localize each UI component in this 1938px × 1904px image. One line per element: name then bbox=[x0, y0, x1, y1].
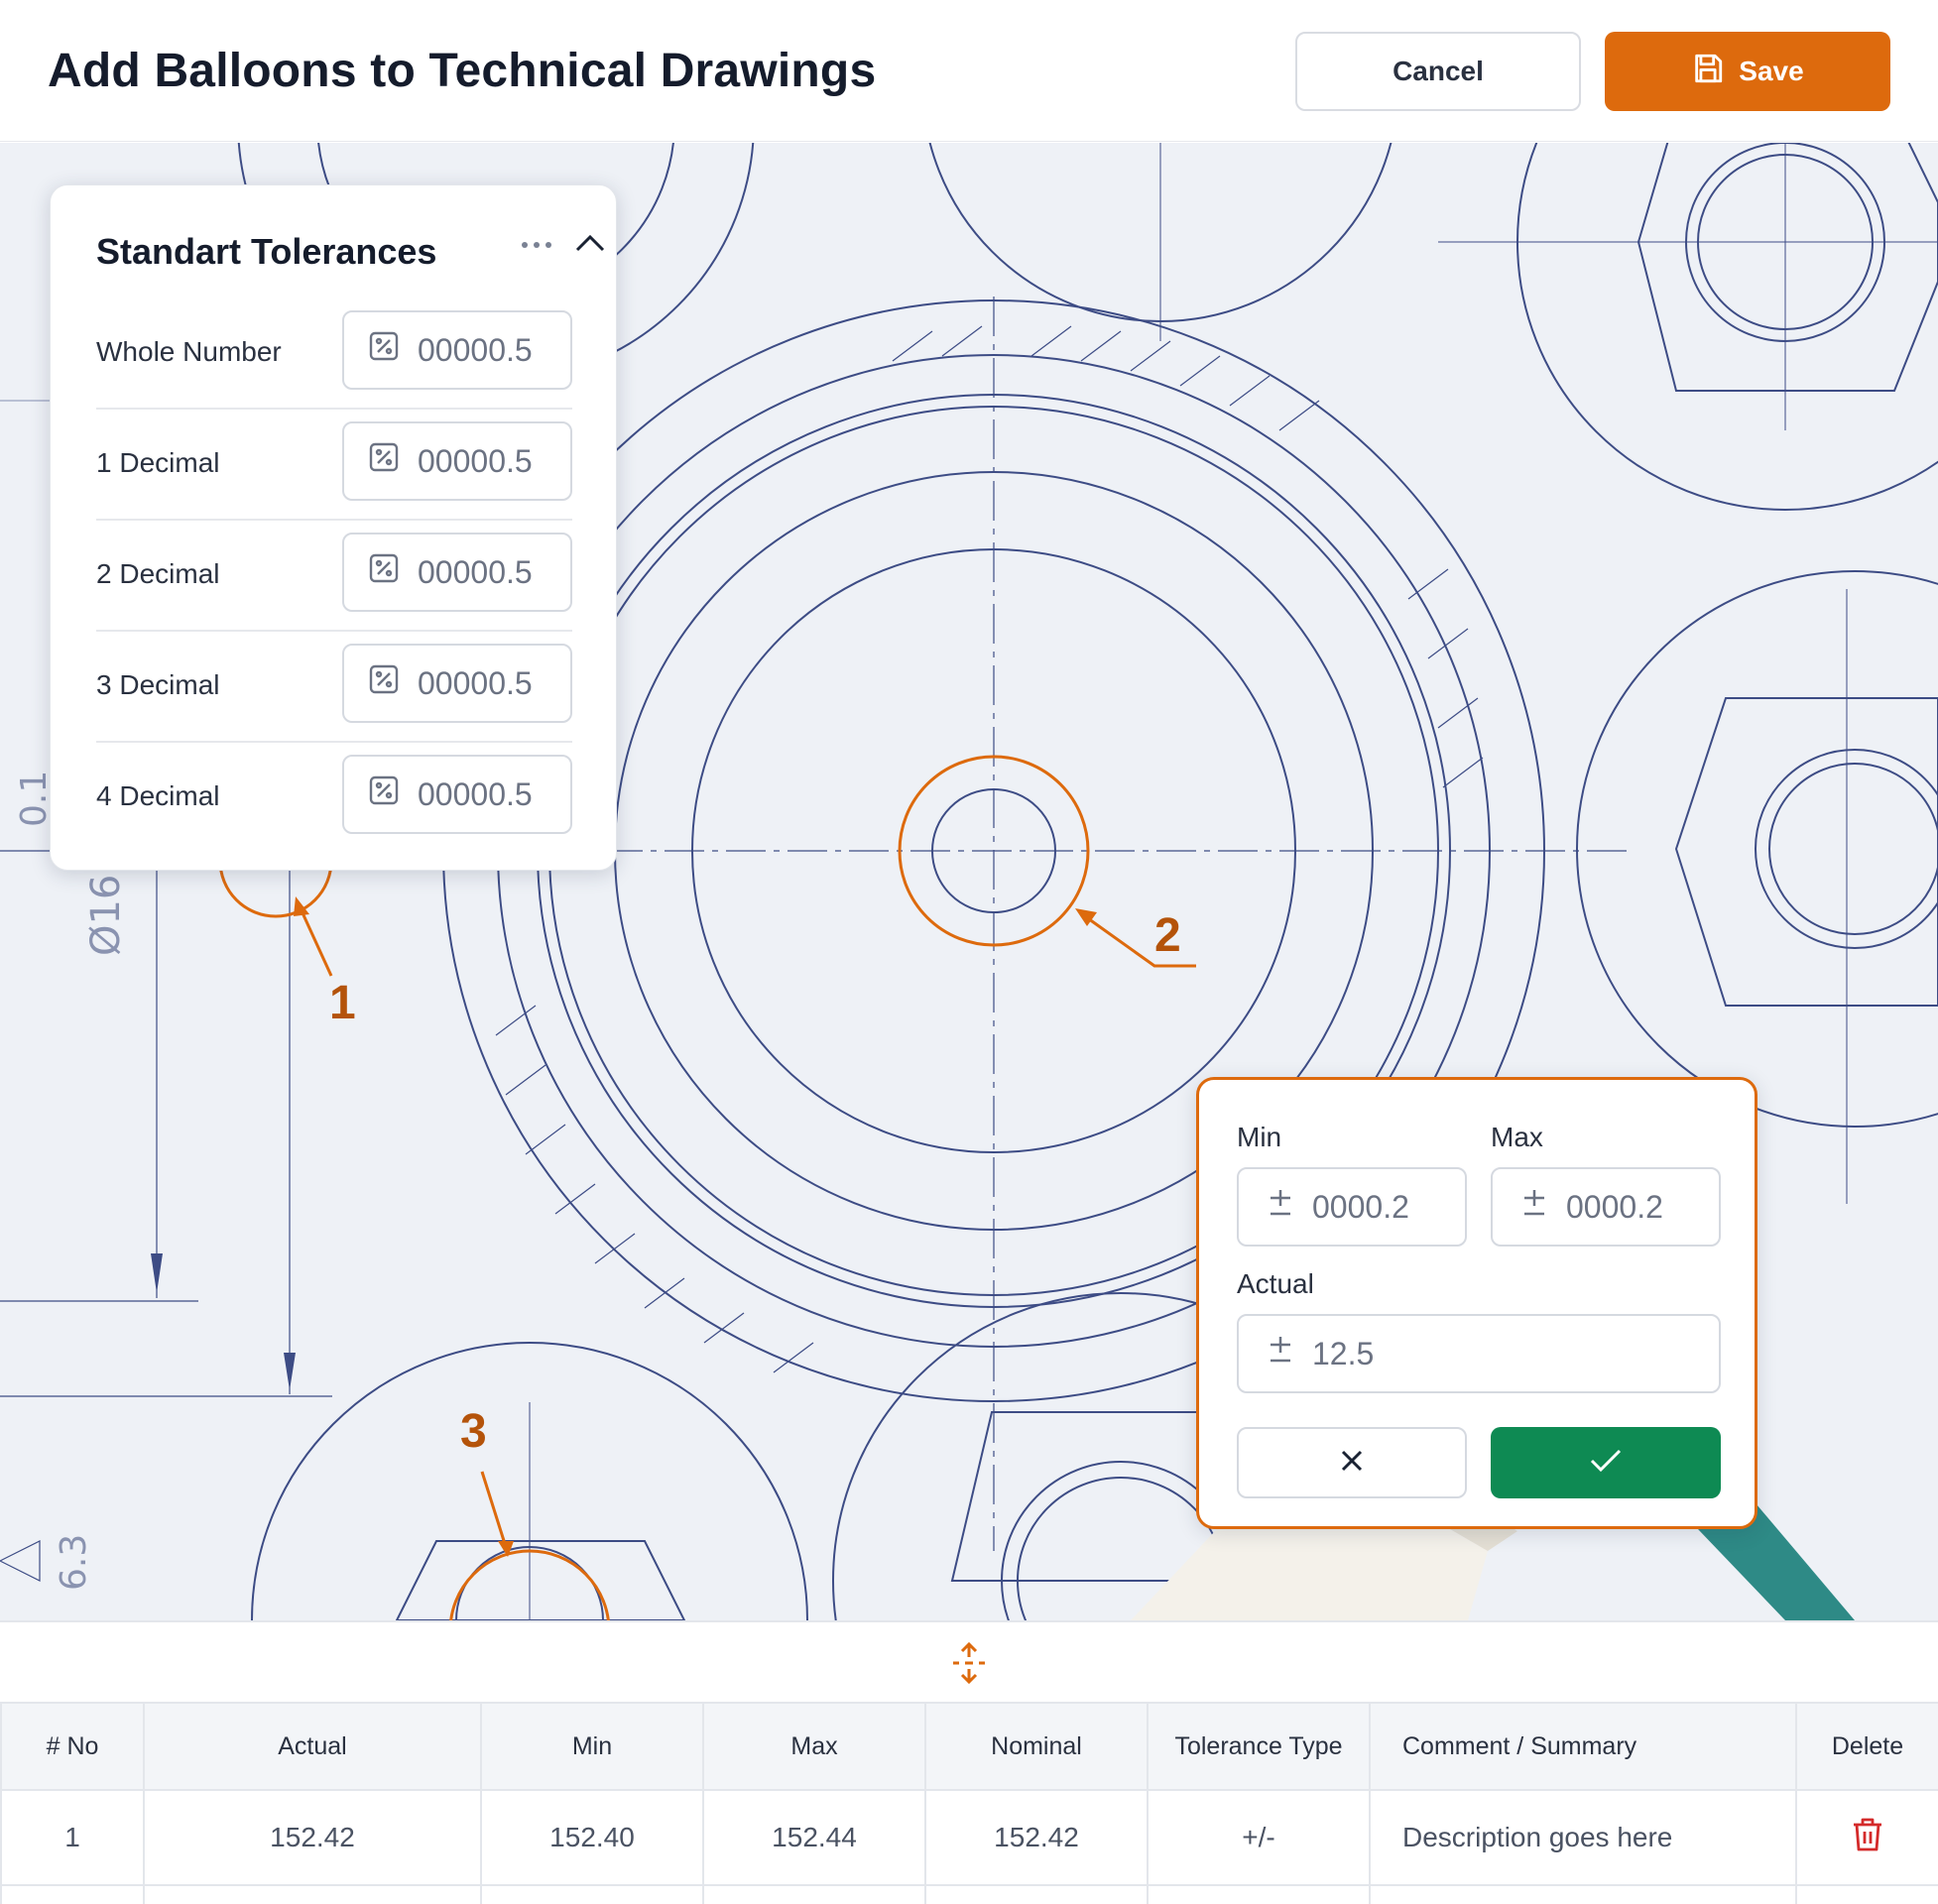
column-header[interactable]: Comment / Summary bbox=[1369, 1702, 1797, 1791]
resize-handle-icon[interactable] bbox=[946, 1640, 992, 1686]
percent-box-icon bbox=[368, 663, 400, 703]
popup-confirm-button[interactable] bbox=[1491, 1427, 1721, 1498]
drawing-dim-label: Ø16 bbox=[83, 875, 129, 956]
balloon-number[interactable]: 1 bbox=[329, 976, 356, 1030]
header: Add Balloons to Technical Drawings Cance… bbox=[0, 0, 1938, 142]
column-header[interactable]: Actual bbox=[143, 1702, 482, 1791]
table-row[interactable] bbox=[0, 1884, 1938, 1904]
tolerance-label: Whole Number bbox=[96, 336, 282, 367]
measurements-table-panel: # No Actual Min Max Nominal Tolerance Ty… bbox=[0, 1620, 1938, 1904]
max-label: Max bbox=[1491, 1122, 1543, 1152]
tolerance-row: 3 Decimal 00000.5 bbox=[96, 632, 572, 743]
tolerance-row: 2 Decimal 00000.5 bbox=[96, 521, 572, 632]
tolerances-title: Standart Tolerances bbox=[96, 231, 437, 272]
cancel-button-label: Cancel bbox=[1393, 56, 1484, 86]
balloon-number[interactable]: 3 bbox=[460, 1404, 487, 1459]
percent-box-icon bbox=[368, 330, 400, 370]
cell-no: 1 bbox=[0, 1789, 145, 1886]
percent-box-icon bbox=[368, 441, 400, 481]
column-header[interactable]: Delete bbox=[1795, 1702, 1938, 1791]
cell-delete bbox=[1795, 1789, 1938, 1886]
drawing-dim-label: 6.3 bbox=[54, 1534, 94, 1591]
save-icon bbox=[1691, 52, 1725, 92]
actual-label: Actual bbox=[1237, 1268, 1314, 1299]
column-header[interactable]: Max bbox=[702, 1702, 926, 1791]
tolerance-label: 2 Decimal bbox=[96, 558, 220, 589]
more-options-icon[interactable] bbox=[517, 225, 556, 265]
tolerance-value: 00000.5 bbox=[418, 442, 533, 479]
measurements-table: # No Actual Min Max Nominal Tolerance Ty… bbox=[0, 1702, 1938, 1904]
column-header[interactable]: Nominal bbox=[924, 1702, 1149, 1791]
tolerance-input[interactable]: 00000.5 bbox=[342, 533, 572, 612]
column-header[interactable]: Tolerance Type bbox=[1147, 1702, 1371, 1791]
tolerance-input[interactable]: 00000.5 bbox=[342, 421, 572, 501]
max-value: 0000.2 bbox=[1566, 1188, 1663, 1225]
table-row[interactable]: 1 152.42 152.40 152.44 152.42 +/- Descri… bbox=[0, 1789, 1938, 1886]
tolerance-input[interactable]: 00000.5 bbox=[342, 755, 572, 834]
min-value: 0000.2 bbox=[1312, 1188, 1409, 1225]
tolerance-label: 1 Decimal bbox=[96, 447, 220, 478]
percent-box-icon bbox=[368, 552, 400, 592]
chevron-up-icon[interactable] bbox=[570, 223, 610, 263]
popup-cancel-button[interactable] bbox=[1237, 1427, 1467, 1498]
cell-comment[interactable]: Description goes here bbox=[1369, 1789, 1797, 1886]
tolerance-label: 4 Decimal bbox=[96, 780, 220, 811]
tolerance-value: 00000.5 bbox=[418, 331, 533, 368]
trash-icon[interactable] bbox=[1852, 1817, 1883, 1859]
save-button[interactable]: Save bbox=[1605, 32, 1890, 111]
drawing-canvas[interactable]: Ø16 0.1 6.3 1 2 3 Min Max 0000.2 0000.2 … bbox=[0, 143, 1938, 1620]
cell-max[interactable]: 152.44 bbox=[702, 1789, 926, 1886]
drawing-dim-label: 0.1 bbox=[14, 771, 55, 827]
page-title: Add Balloons to Technical Drawings bbox=[48, 45, 877, 97]
cell-tolerance-type[interactable]: +/- bbox=[1147, 1789, 1371, 1886]
tolerance-row: 1 Decimal 00000.5 bbox=[96, 410, 572, 521]
check-icon bbox=[1589, 1447, 1623, 1480]
min-label: Min bbox=[1237, 1122, 1282, 1152]
tolerance-value: 00000.5 bbox=[418, 664, 533, 701]
tolerance-input[interactable]: 00000.5 bbox=[342, 310, 572, 390]
cell-min[interactable]: 152.40 bbox=[480, 1789, 704, 1886]
tolerance-label: 3 Decimal bbox=[96, 669, 220, 700]
measurement-popup: Min Max 0000.2 0000.2 Actual 12.5 bbox=[1196, 1077, 1757, 1529]
tolerance-value: 00000.5 bbox=[418, 775, 533, 812]
plus-minus-icon bbox=[1267, 1188, 1294, 1226]
tolerance-row: 4 Decimal 00000.5 bbox=[96, 743, 572, 854]
tolerance-value: 00000.5 bbox=[418, 553, 533, 590]
percent-box-icon bbox=[368, 774, 400, 814]
plus-minus-icon bbox=[1520, 1188, 1548, 1226]
close-icon bbox=[1339, 1448, 1365, 1479]
tolerances-panel: Standart Tolerances Whole Number 00000.5… bbox=[50, 184, 617, 871]
max-input[interactable]: 0000.2 bbox=[1491, 1167, 1721, 1247]
plus-minus-icon bbox=[1267, 1335, 1294, 1372]
tolerance-row: Whole Number 00000.5 bbox=[96, 298, 572, 410]
column-header[interactable]: Min bbox=[480, 1702, 704, 1791]
actual-value: 12.5 bbox=[1312, 1335, 1375, 1371]
tolerance-input[interactable]: 00000.5 bbox=[342, 644, 572, 723]
min-input[interactable]: 0000.2 bbox=[1237, 1167, 1467, 1247]
save-button-label: Save bbox=[1739, 56, 1804, 86]
cell-nominal[interactable]: 152.42 bbox=[924, 1789, 1149, 1886]
column-header[interactable]: # No bbox=[0, 1702, 145, 1791]
balloon-number[interactable]: 2 bbox=[1154, 908, 1181, 963]
cancel-button[interactable]: Cancel bbox=[1295, 32, 1581, 111]
cell-actual[interactable]: 152.42 bbox=[143, 1789, 482, 1886]
actual-input[interactable]: 12.5 bbox=[1237, 1314, 1721, 1393]
table-header-row: # No Actual Min Max Nominal Tolerance Ty… bbox=[0, 1702, 1938, 1791]
